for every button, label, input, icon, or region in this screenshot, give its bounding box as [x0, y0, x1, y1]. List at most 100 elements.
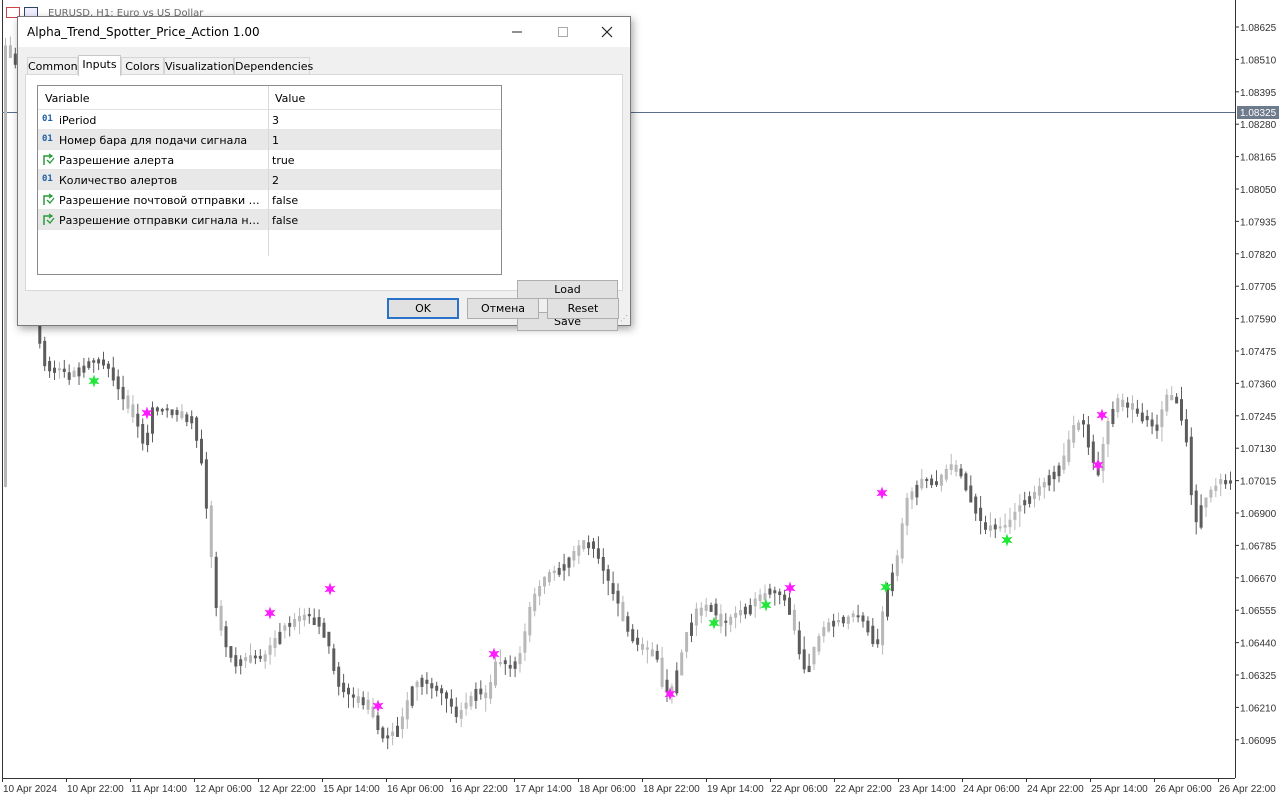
price-tick-label: 1.08625: [1240, 23, 1277, 34]
resize-grip-icon[interactable]: ⋰: [620, 315, 628, 323]
price-tick-label: 1.07245: [1240, 412, 1277, 423]
maximize-button[interactable]: [540, 17, 586, 47]
column-separator[interactable]: [268, 86, 269, 256]
time-tick-label: 26 Apr 06:00: [1155, 784, 1212, 795]
candle-body: [631, 629, 635, 642]
table-row[interactable]: Разрешение алерта true: [38, 150, 501, 170]
candle-body: [283, 625, 287, 631]
price-tick-label: 1.08510: [1240, 55, 1277, 66]
candle-body: [1199, 505, 1203, 528]
candle-body: [449, 698, 453, 707]
candle-body: [479, 688, 483, 695]
price-tick-label: 1.06210: [1240, 703, 1277, 714]
candle-body: [827, 622, 831, 632]
candle-body: [474, 688, 478, 701]
candle-body: [263, 654, 267, 662]
column-variable-header[interactable]: Variable: [45, 92, 90, 105]
tab-visualization[interactable]: Visualization: [164, 57, 234, 75]
indicator-properties-dialog: Alpha_Trend_Spotter_Price_Action 1.00 Co…: [17, 16, 631, 331]
candle-body: [969, 485, 973, 503]
candle-body: [440, 688, 444, 694]
candle-body: [699, 607, 703, 616]
table-row[interactable]: 01 iPeriod 3: [38, 110, 501, 130]
candle-body: [837, 619, 840, 623]
candle-body: [337, 666, 341, 687]
price-tick-label: 1.07015: [1240, 477, 1277, 488]
candle-body: [719, 613, 723, 627]
candle-body: [498, 662, 502, 665]
load-button[interactable]: Load: [517, 280, 618, 299]
candle-body: [136, 413, 140, 427]
tab-colors[interactable]: Colors: [121, 57, 164, 75]
column-value-header[interactable]: Value: [275, 92, 305, 105]
candle-body: [484, 692, 488, 699]
candle-body: [743, 606, 747, 615]
candle-body: [577, 545, 581, 556]
parameter-value[interactable]: 1: [272, 134, 279, 147]
minimize-button[interactable]: [494, 17, 540, 47]
close-button[interactable]: [584, 17, 630, 47]
current-price-label: 1.08325: [1240, 108, 1277, 119]
candle-body: [1116, 398, 1120, 413]
candle-body: [258, 655, 262, 659]
candle-body: [660, 657, 664, 687]
price-tick-label: 1.08050: [1240, 185, 1277, 196]
candle-body: [356, 696, 360, 703]
candle-body: [386, 735, 390, 739]
bool-parameter-icon: [42, 213, 56, 226]
tab-common[interactable]: Common: [27, 57, 78, 75]
candle-body: [347, 687, 350, 695]
reset-button[interactable]: Reset: [547, 298, 619, 319]
candle-body: [974, 496, 978, 514]
candle-body: [1214, 485, 1218, 491]
parameter-value[interactable]: 2: [272, 174, 279, 187]
parameter-value[interactable]: 3: [272, 114, 279, 127]
table-row[interactable]: 01 Количество алертов 2: [38, 170, 501, 190]
candle-body: [993, 524, 997, 530]
candle-body: [621, 601, 625, 622]
price-tick-label: 1.06325: [1240, 671, 1277, 682]
candle-body: [1224, 480, 1228, 485]
candle-body: [307, 614, 311, 617]
candle-body: [317, 617, 321, 627]
candle-body: [817, 636, 821, 652]
price-tick-label: 1.07130: [1240, 444, 1277, 455]
dialog-titlebar[interactable]: Alpha_Trend_Spotter_Price_Action 1.00: [18, 17, 630, 47]
cancel-button[interactable]: Отмена: [467, 298, 539, 319]
candle-body: [155, 407, 159, 412]
inputs-grid[interactable]: Variable Value 01 iPeriod 3 01 Номер бара дл…: [37, 85, 502, 275]
integer-parameter-icon: 01: [42, 174, 53, 184]
candle-body: [209, 505, 213, 558]
candle-body: [758, 594, 762, 602]
candle-body: [102, 359, 105, 366]
price-tick-label: 1.06785: [1240, 541, 1277, 552]
table-row[interactable]: Разрешение отправки сигнала на моб… false: [38, 210, 501, 230]
candle-body: [1180, 399, 1183, 421]
candle-body: [459, 710, 463, 719]
tab-inputs[interactable]: Inputs: [78, 55, 121, 76]
parameter-value[interactable]: true: [272, 154, 295, 167]
table-row[interactable]: Разрешение почтовой отправки сигн… false: [38, 190, 501, 210]
candle-body: [900, 523, 904, 559]
candle-body: [92, 360, 96, 363]
time-tick-label: 16 Apr 22:00: [451, 784, 508, 795]
candle-body: [1219, 479, 1223, 485]
dialog-title: Alpha_Trend_Spotter_Price_Action 1.00: [27, 25, 260, 39]
candle-body: [513, 661, 517, 669]
ok-button[interactable]: OK: [387, 298, 459, 319]
candle-body: [606, 569, 610, 581]
tab-dependencies[interactable]: Dependencies: [234, 57, 313, 75]
candle-body: [783, 594, 787, 601]
candle-body: [298, 615, 301, 622]
candle-body: [82, 365, 86, 373]
candle-body: [739, 609, 742, 616]
parameter-value[interactable]: false: [272, 194, 298, 207]
candle-body: [1091, 441, 1095, 463]
candle-body: [655, 650, 659, 660]
candle-body: [925, 479, 929, 482]
candle-body: [1003, 525, 1007, 528]
table-row[interactable]: 01 Номер бара для подачи сигнала 1: [38, 130, 501, 150]
parameter-value[interactable]: false: [272, 214, 298, 227]
candle-body: [1175, 396, 1179, 404]
candle-body: [430, 683, 434, 689]
